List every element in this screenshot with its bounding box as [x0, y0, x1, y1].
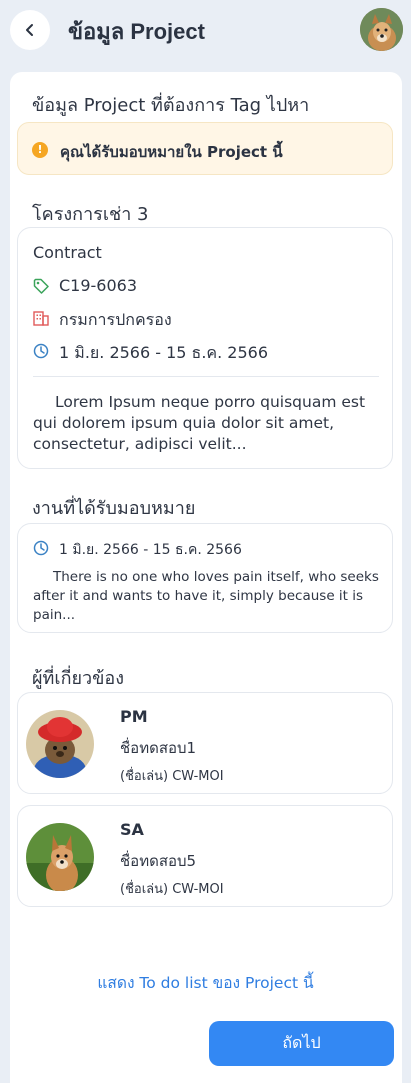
project-name: โครงการเช่า 3: [32, 204, 149, 225]
person-name: ชื่อทดสอบ1: [120, 739, 197, 757]
assignment-period: 1 มิ.ย. 2566 - 15 ธ.ค. 2566: [59, 542, 242, 558]
project-type: Contract: [33, 243, 102, 262]
project-department: กรมการปกครอง: [59, 310, 172, 329]
project-description: Lorem Ipsum neque porro quisquam est qui…: [33, 393, 366, 453]
back-button[interactable]: [10, 10, 50, 50]
person-photo-sa: [26, 823, 94, 891]
show-todo-list-link[interactable]: แสดง To do list ของ Project นี้: [0, 970, 411, 995]
building-icon: [33, 311, 49, 326]
person-card[interactable]: SA ชื่อทดสอบ5 (ชื่อเล่น) CW-MOI: [17, 805, 393, 907]
assignment-alert: ! คุณได้รับมอบหมายใน Project นี้: [17, 122, 393, 175]
person-card[interactable]: PM ชื่อทดสอบ1 (ชื่อเล่น) CW-MOI: [17, 692, 393, 794]
project-card: Contract C19-6063 กรมการปกครอง 1 มิ.ย. 2…: [17, 227, 393, 469]
person-nickname: (ชื่อเล่น) CW-MOI: [120, 769, 224, 784]
tag-icon: [33, 278, 49, 294]
related-heading: ผู้ที่เกี่ยวข้อง: [32, 668, 125, 689]
person-photo-pm: [26, 710, 94, 778]
project-period: 1 มิ.ย. 2566 - 15 ธ.ค. 2566: [59, 343, 268, 362]
assignment-description: There is no one who loves pain itself, w…: [33, 569, 379, 623]
user-avatar[interactable]: [360, 8, 403, 51]
assignment-card: 1 มิ.ย. 2566 - 15 ธ.ค. 2566 There is no …: [17, 523, 393, 633]
person-role: PM: [120, 707, 148, 726]
clock-icon: [33, 540, 49, 556]
chevron-left-icon: [26, 24, 33, 36]
card-divider: [33, 376, 379, 377]
person-role: SA: [120, 820, 144, 839]
person-nickname: (ชื่อเล่น) CW-MOI: [120, 882, 224, 897]
next-button[interactable]: ถัดไป: [209, 1021, 394, 1066]
clock-icon: [33, 343, 49, 359]
info-icon: !: [32, 142, 48, 158]
page-title: ข้อมูล Project: [68, 19, 205, 44]
project-code: C19-6063: [59, 276, 138, 295]
intro-heading: ข้อมูล Project ที่ต้องการ Tag ไปหา: [32, 95, 310, 116]
person-name: ชื่อทดสอบ5: [120, 852, 197, 870]
app-header: ข้อมูล Project: [0, 0, 411, 60]
alert-text: คุณได้รับมอบหมายใน Project นี้: [60, 143, 283, 161]
assignment-heading: งานที่ได้รับมอบหมาย: [32, 498, 196, 519]
